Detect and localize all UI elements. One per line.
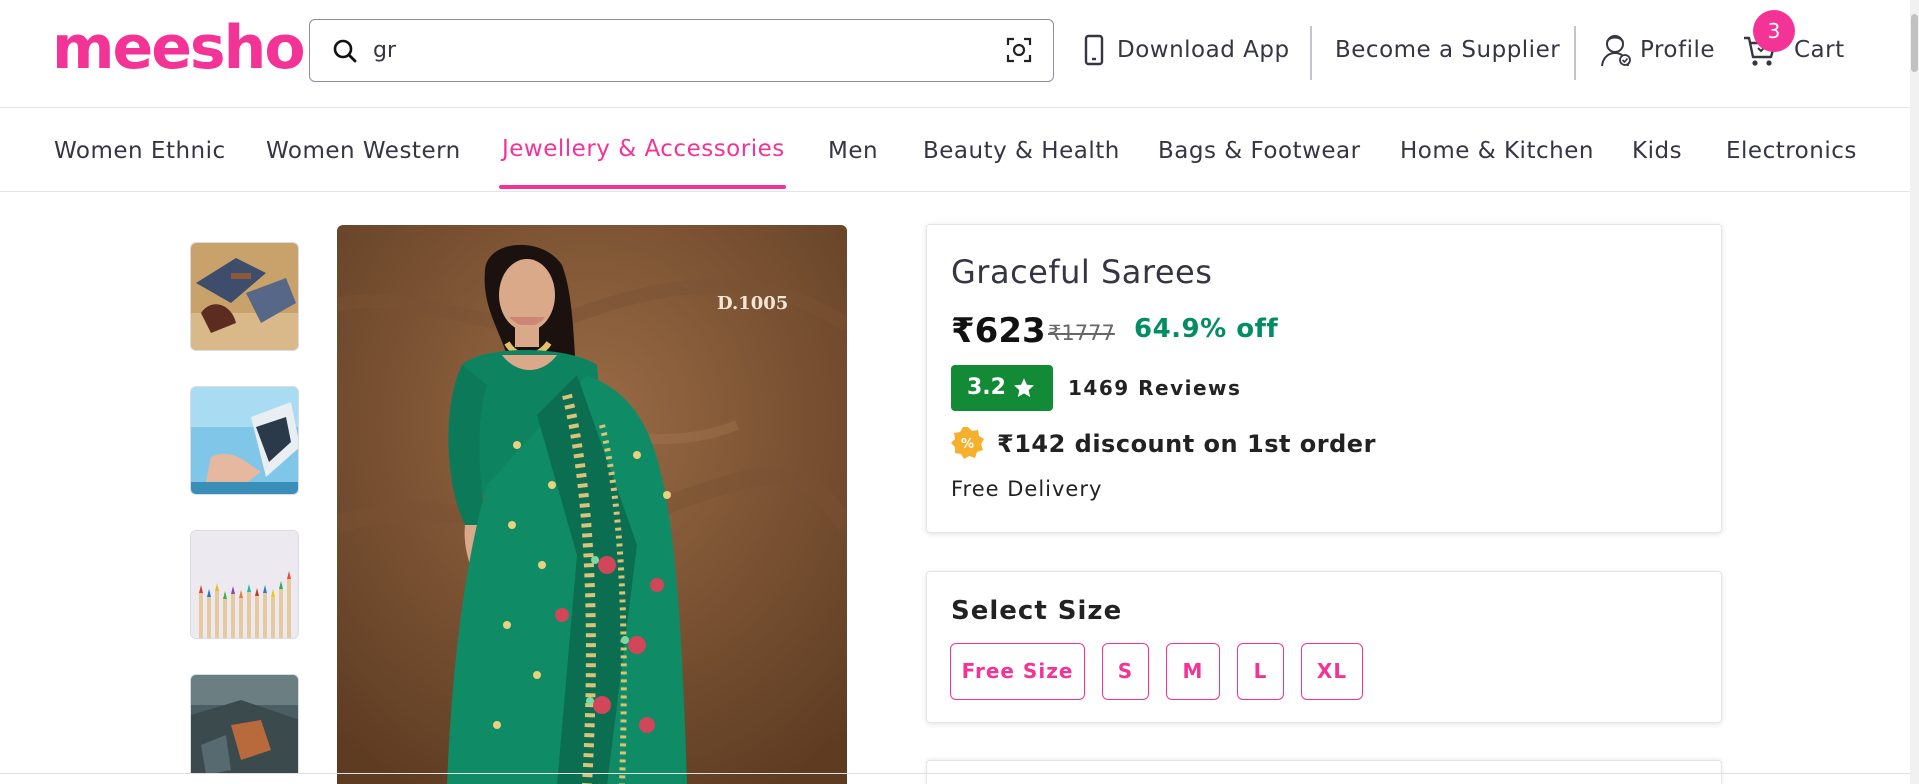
category-jewellery-accessories[interactable]: Jewellery & Accessories: [502, 132, 785, 166]
header: meesho gr Download App Become a Supplier…: [0, 0, 1919, 108]
first-order-discount: ₹142 discount on 1st order: [997, 430, 1376, 458]
thumbnail-image: [191, 531, 298, 638]
product-thumbnail[interactable]: [190, 674, 299, 774]
product-discount: 64.9% off: [1134, 314, 1279, 344]
phone-icon: [1084, 34, 1104, 66]
category-kids[interactable]: Kids: [1632, 134, 1682, 168]
size-option-l[interactable]: L: [1237, 643, 1284, 700]
image-search-icon[interactable]: [1005, 36, 1033, 64]
next-section-card: [926, 760, 1722, 784]
star-icon: [1014, 378, 1034, 397]
header-divider: [1310, 26, 1312, 80]
size-select-card: Select Size Free Size S M L XL: [926, 571, 1722, 723]
product-thumbnail[interactable]: [190, 530, 299, 639]
category-nav: Women Ethnic Women Western Jewellery & A…: [0, 108, 1919, 192]
cart-link[interactable]: Cart: [1794, 30, 1845, 70]
discount-icon: %: [951, 427, 984, 459]
product-mrp: ₹1777: [1048, 321, 1115, 345]
delivery-info: Free Delivery: [951, 477, 1103, 501]
search-bar[interactable]: gr: [309, 19, 1054, 82]
size-option-s[interactable]: S: [1102, 643, 1149, 700]
product-main-image[interactable]: D.1005: [337, 225, 847, 784]
become-supplier-link[interactable]: Become a Supplier: [1335, 30, 1560, 70]
category-bags-footwear[interactable]: Bags & Footwear: [1158, 134, 1361, 168]
product-title: Graceful Sarees: [951, 253, 1213, 291]
search-icon: [333, 39, 357, 63]
category-women-western[interactable]: Women Western: [266, 134, 461, 168]
meesho-logo[interactable]: meesho: [52, 12, 306, 84]
product-thumbnail[interactable]: [190, 242, 299, 351]
rating-value: 3.2: [967, 375, 1006, 400]
thumbnail-image: [191, 675, 298, 774]
product-image-code: D.1005: [717, 293, 788, 314]
category-women-ethnic[interactable]: Women Ethnic: [54, 134, 226, 168]
product-info-card: Graceful Sarees ₹623 ₹1777 64.9% off 3.2…: [926, 224, 1722, 533]
product-price: ₹623: [951, 311, 1046, 351]
category-home-kitchen[interactable]: Home & Kitchen: [1400, 134, 1594, 168]
size-option-m[interactable]: M: [1166, 643, 1220, 700]
cart-count-badge: 3: [1753, 10, 1795, 52]
size-section-title: Select Size: [951, 596, 1123, 626]
thumbnail-image: [191, 387, 298, 494]
download-app-link[interactable]: Download App: [1117, 30, 1290, 70]
category-men[interactable]: Men: [828, 134, 878, 168]
product-thumbnail[interactable]: [190, 386, 299, 495]
thumbnail-image: [191, 243, 298, 350]
header-divider: [1574, 26, 1576, 80]
viewport-bottom-edge: [0, 773, 1910, 774]
category-electronics[interactable]: Electronics: [1726, 134, 1857, 168]
active-category-indicator: [499, 185, 786, 189]
page-scrollbar[interactable]: [1910, 0, 1919, 784]
saree-photo: D.1005: [337, 225, 847, 784]
rating-badge[interactable]: 3.2: [951, 365, 1053, 411]
category-beauty-health[interactable]: Beauty & Health: [923, 134, 1120, 168]
profile-link[interactable]: Profile: [1640, 30, 1715, 70]
scrollbar-thumb[interactable]: [1911, 14, 1918, 72]
svg-text:%: %: [961, 437, 974, 452]
size-option-xl[interactable]: XL: [1301, 643, 1363, 700]
profile-icon[interactable]: [1599, 32, 1633, 68]
reviews-count[interactable]: 1469 Reviews: [1068, 376, 1241, 400]
search-input[interactable]: gr: [373, 38, 396, 64]
size-option-free-size[interactable]: Free Size: [950, 643, 1085, 700]
